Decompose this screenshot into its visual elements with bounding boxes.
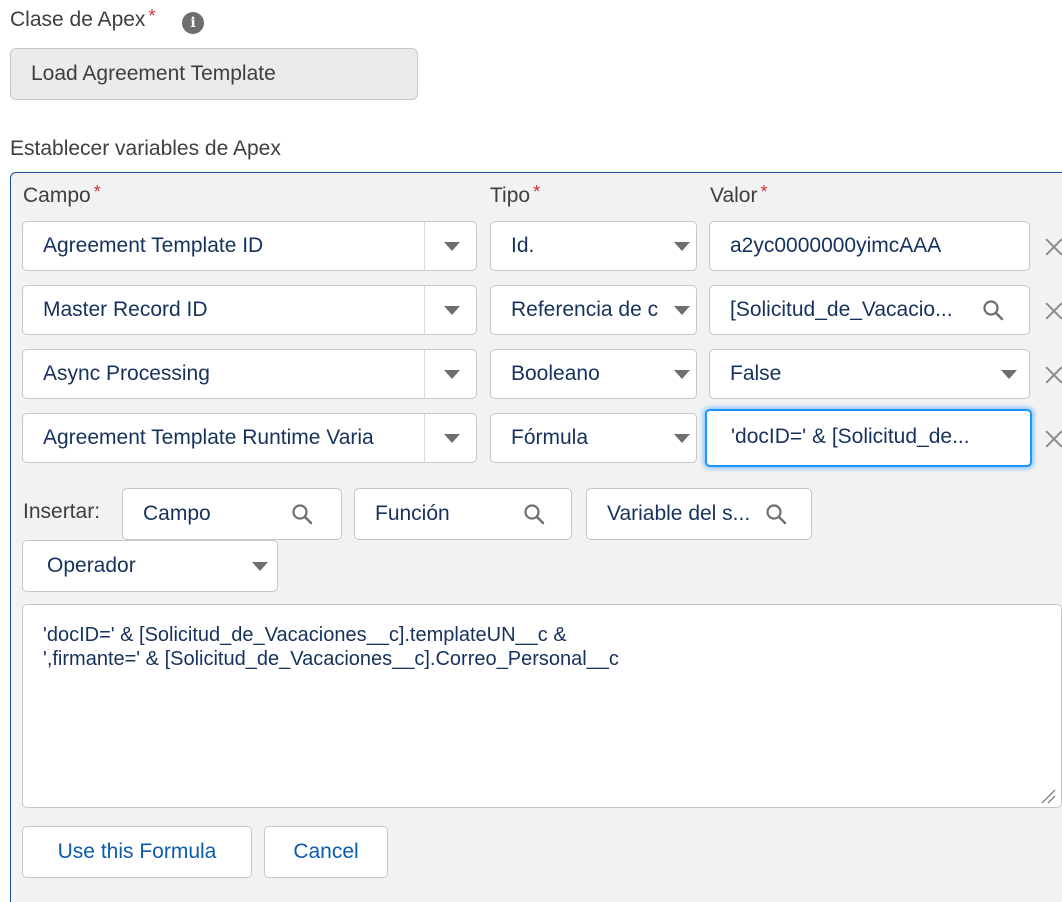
resize-handle-icon[interactable]	[1040, 788, 1056, 804]
variable-search-placeholder: Variable del s...	[607, 502, 751, 525]
campo-combobox[interactable]: Async Processing	[22, 349, 477, 399]
search-icon	[524, 504, 545, 525]
tipo-select[interactable]: Fórmula	[490, 413, 697, 463]
valor-value: False	[730, 362, 782, 385]
chevron-down-icon	[674, 370, 690, 379]
valor-input[interactable]: a2yc0000000yimcAAA	[709, 221, 1030, 271]
funcion-search-placeholder: Función	[375, 502, 450, 525]
valor-value: [Solicitud_de_Vacacio...	[730, 298, 953, 321]
formula-textarea[interactable]: 'docID=' & [Solicitud_de_Vacaciones__c].…	[22, 604, 1062, 808]
apex-class-field: Load Agreement Template	[10, 48, 418, 100]
operator-value: Operador	[47, 554, 136, 577]
search-icon	[766, 504, 787, 525]
use-formula-button[interactable]: Use this Formula	[22, 826, 252, 878]
remove-row-icon[interactable]	[1043, 300, 1062, 322]
tipo-value: Booleano	[511, 362, 600, 385]
apex-class-label: Clase de Apex *	[10, 6, 156, 31]
chevron-down-icon[interactable]	[444, 242, 460, 251]
chevron-down-icon	[1001, 370, 1017, 379]
campo-value: Master Record ID	[43, 298, 208, 321]
remove-row-icon[interactable]	[1043, 236, 1062, 258]
apex-variables-label: Establecer variables de Apex	[10, 137, 281, 160]
campo-combobox[interactable]: Master Record ID	[22, 285, 477, 335]
campo-value: Async Processing	[43, 362, 210, 385]
valor-value: a2yc0000000yimcAAA	[730, 234, 942, 257]
valor-picklist[interactable]: False	[709, 349, 1030, 399]
tipo-value: Id.	[511, 234, 535, 257]
search-icon	[983, 300, 1004, 321]
campo-value: Agreement Template ID	[43, 234, 264, 257]
tipo-value: Referencia de c	[511, 298, 659, 321]
campo-search-input[interactable]: Campo	[122, 488, 342, 540]
funcion-search-input[interactable]: Función	[354, 488, 572, 540]
insert-label: Insertar:	[23, 500, 101, 523]
header-tipo: Tipo *	[490, 182, 541, 207]
chevron-down-icon[interactable]	[444, 434, 460, 443]
chevron-down-icon[interactable]	[444, 306, 460, 315]
campo-combobox[interactable]: Agreement Template Runtime Varia	[22, 413, 477, 463]
remove-row-icon[interactable]	[1043, 364, 1062, 386]
valor-formula-input[interactable]: 'docID=' & [Solicitud_de...	[705, 409, 1032, 467]
remove-row-icon[interactable]	[1043, 428, 1062, 450]
tipo-value: Fórmula	[511, 426, 589, 449]
valor-value: 'docID=' & [Solicitud_de...	[731, 425, 970, 448]
cancel-button[interactable]: Cancel	[264, 826, 388, 878]
campo-search-placeholder: Campo	[143, 502, 211, 525]
header-campo: Campo *	[23, 182, 101, 207]
chevron-down-icon	[252, 562, 268, 571]
chevron-down-icon[interactable]	[444, 370, 460, 379]
chevron-down-icon	[674, 306, 690, 315]
variable-search-input[interactable]: Variable del s...	[586, 488, 812, 540]
campo-combobox[interactable]: Agreement Template ID	[22, 221, 477, 271]
chevron-down-icon	[674, 242, 690, 251]
operator-select[interactable]: Operador	[22, 540, 278, 592]
tipo-select[interactable]: Id.	[490, 221, 697, 271]
tipo-select[interactable]: Booleano	[490, 349, 697, 399]
campo-value: Agreement Template Runtime Varia	[43, 426, 374, 449]
tipo-select[interactable]: Referencia de c	[490, 285, 697, 335]
valor-search-input[interactable]: [Solicitud_de_Vacacio...	[709, 285, 1030, 335]
info-icon[interactable]: i	[182, 12, 204, 34]
search-icon	[292, 504, 313, 525]
header-valor: Valor *	[710, 182, 768, 207]
chevron-down-icon	[674, 434, 690, 443]
